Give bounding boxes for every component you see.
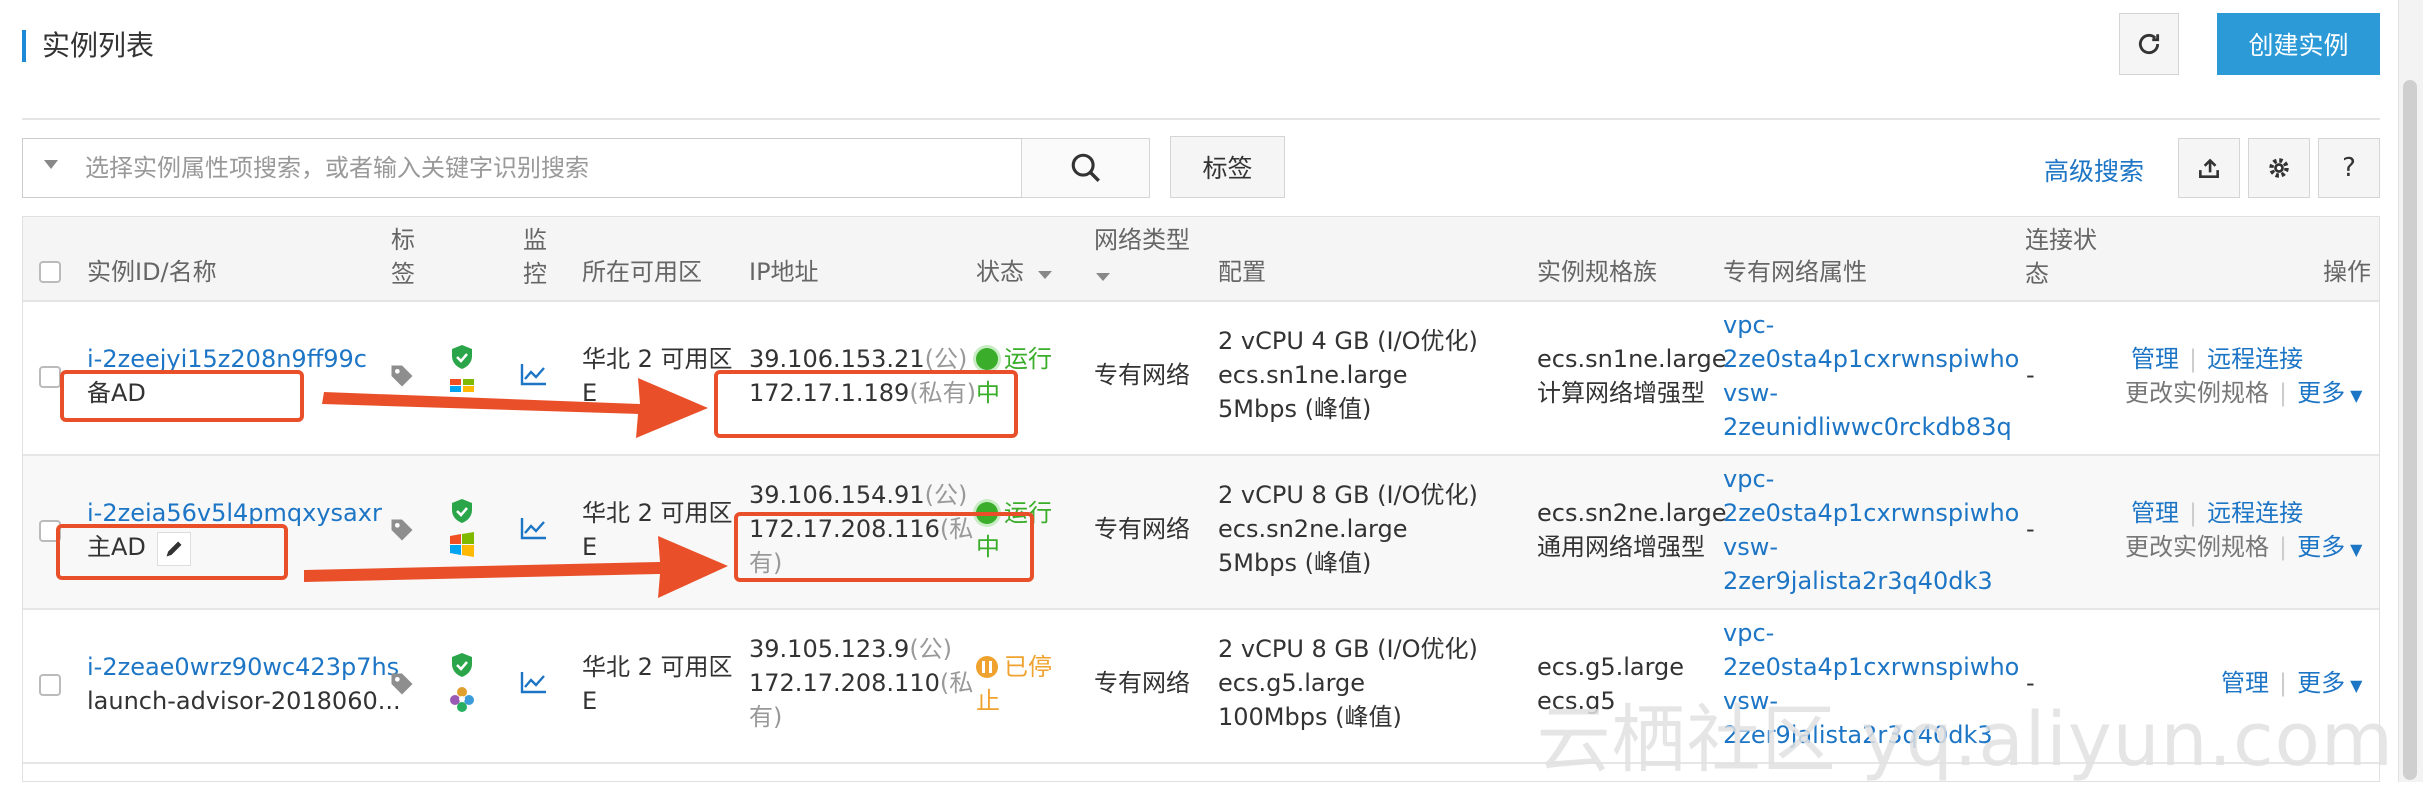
scrollbar-thumb[interactable] xyxy=(2403,80,2417,780)
annotation-arrows xyxy=(304,378,728,598)
arrow-backup xyxy=(322,378,708,438)
watermark: 云栖社区 yq.aliyun.com xyxy=(1536,697,2394,783)
arrow-primary xyxy=(304,536,728,598)
